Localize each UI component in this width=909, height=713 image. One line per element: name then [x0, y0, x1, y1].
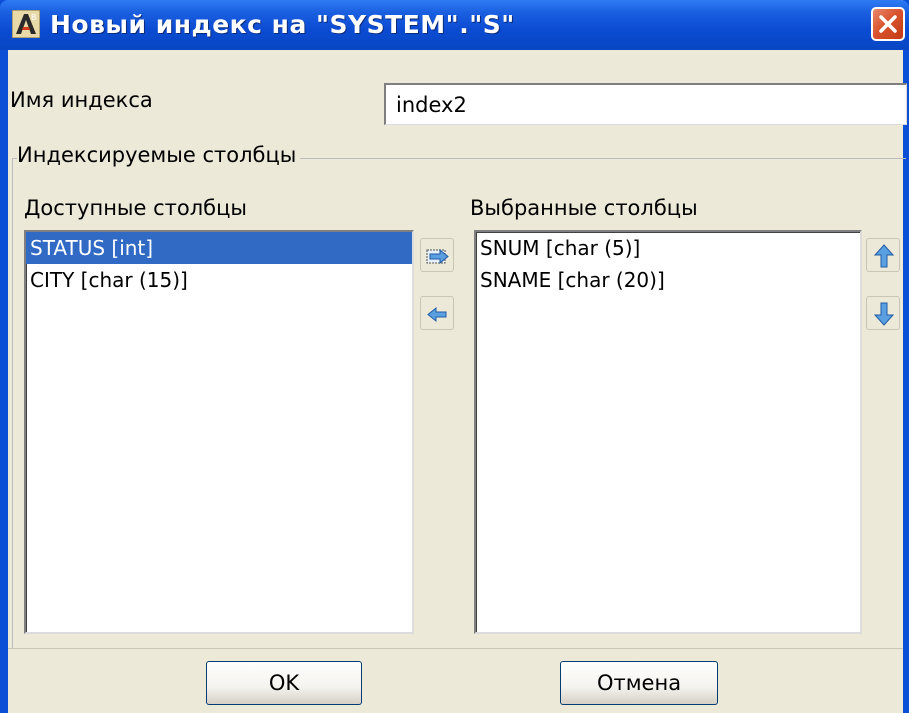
footer-divider — [8, 648, 903, 649]
cancel-button[interactable]: Отмена — [560, 661, 718, 705]
svg-text:B: B — [31, 13, 37, 22]
ok-button[interactable]: OK — [206, 661, 362, 705]
list-item-snum[interactable]: SNUM [char (5)] — [476, 232, 860, 264]
move-up-button[interactable] — [866, 238, 900, 272]
available-columns-list[interactable]: STATUS [int] CITY [char (15)] — [24, 230, 414, 634]
title-bar[interactable]: B Новый индекс на "SYSTEM"."S" — [0, 0, 909, 50]
arrow-left-icon — [427, 306, 447, 323]
list-item-city[interactable]: CITY [char (15)] — [26, 264, 412, 296]
close-button[interactable] — [871, 7, 905, 41]
window-title: Новый индекс на "SYSTEM"."S" — [50, 10, 515, 39]
indexed-columns-legend: Индексируемые столбцы — [17, 143, 301, 167]
list-item-status[interactable]: STATUS [int] — [26, 232, 412, 264]
move-down-button[interactable] — [866, 296, 900, 330]
add-column-button[interactable] — [420, 238, 454, 272]
selected-columns-label: Выбранные столбцы — [470, 196, 698, 220]
arrow-right-icon — [426, 248, 449, 265]
remove-column-button[interactable] — [420, 296, 454, 330]
app-icon: B — [11, 9, 41, 39]
close-x-icon — [879, 15, 897, 33]
list-item-sname[interactable]: SNAME [char (20)] — [476, 264, 860, 296]
available-columns-label: Доступные столбцы — [24, 196, 247, 220]
index-name-label: Имя индекса — [10, 88, 153, 112]
index-name-input[interactable] — [384, 83, 907, 125]
arrow-up-icon — [873, 244, 895, 268]
selected-columns-list[interactable]: SNUM [char (5)] SNAME [char (20)] — [474, 230, 862, 634]
arrow-down-icon — [873, 302, 895, 326]
dialog-window: B Новый индекс на "SYSTEM"."S" Имя индек… — [0, 0, 909, 713]
